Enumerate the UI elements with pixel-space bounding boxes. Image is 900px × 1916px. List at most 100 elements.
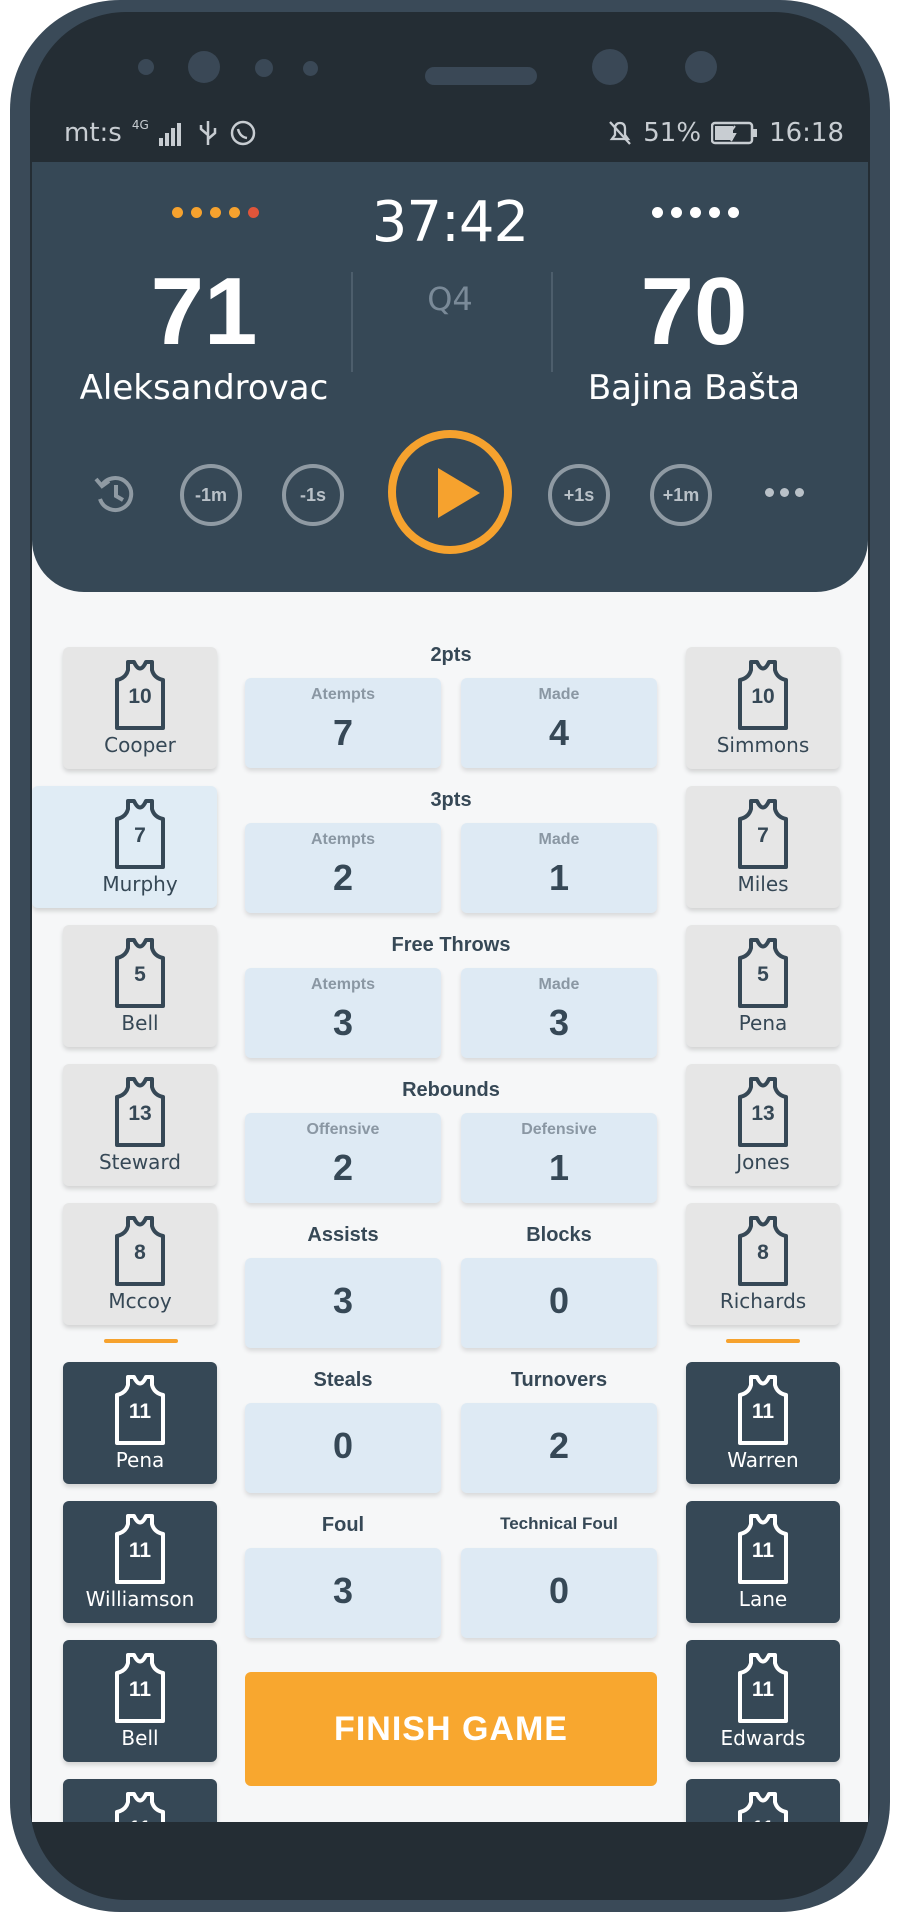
player-card[interactable]: 11 Williamson — [63, 1501, 217, 1623]
player-number: 13 — [751, 1102, 775, 1125]
timeout-dot — [191, 207, 202, 218]
player-number: 11 — [128, 1678, 152, 1701]
stat-label: Defensive — [521, 1121, 597, 1138]
away-score: 70 — [640, 258, 748, 365]
stat-ft-made[interactable]: Made 3 — [461, 968, 657, 1058]
stat-label: Made — [538, 831, 580, 848]
plus-minute-button[interactable]: +1m — [650, 464, 712, 526]
player-card[interactable]: 11 Bell — [63, 1640, 217, 1762]
whatsapp-icon — [230, 120, 256, 146]
player-name: Steward — [98, 1150, 182, 1174]
player-card[interactable]: 11 — [63, 1779, 217, 1822]
player-card[interactable]: 11 Lane — [686, 1501, 840, 1623]
stat-2pts-attempts[interactable]: Atempts 7 — [245, 678, 441, 768]
player-number: 5 — [757, 963, 769, 986]
player-card[interactable]: 5 Bell — [63, 925, 217, 1047]
stat-label: Made — [538, 976, 580, 993]
stat-title-free-throws: Free Throws — [391, 934, 511, 956]
stat-technical-foul[interactable]: 0 — [461, 1548, 657, 1638]
stat-blocks[interactable]: 0 — [461, 1258, 657, 1348]
player-card[interactable]: 11 Warren — [686, 1362, 840, 1484]
app-screen: 37:42 71 70 Q4 Aleksandrovac Bajina Bašt… — [32, 162, 868, 1822]
finish-game-button[interactable]: FINISH GAME — [245, 1672, 657, 1786]
player-card[interactable]: 5 Pena — [686, 925, 840, 1047]
stat-steals[interactable]: 0 — [245, 1403, 441, 1493]
earpiece-speaker — [425, 67, 537, 85]
timeout-dot — [210, 207, 221, 218]
play-button[interactable] — [388, 430, 512, 554]
scoreboard: 37:42 71 70 Q4 Aleksandrovac Bajina Bašt… — [32, 162, 868, 592]
player-card[interactable]: 11 Edwards — [686, 1640, 840, 1762]
stat-value: 1 — [548, 857, 570, 898]
stat-value: 0 — [548, 1570, 570, 1611]
home-team-name: Aleksandrovac — [79, 368, 329, 408]
player-card[interactable]: 7 Murphy — [32, 786, 217, 908]
stat-turnovers[interactable]: 2 — [461, 1403, 657, 1493]
front-camera — [592, 49, 628, 85]
player-name: Bell — [121, 1726, 159, 1750]
player-name: Warren — [727, 1448, 799, 1472]
player-number: 8 — [134, 1241, 146, 1264]
stat-value: 1 — [548, 1147, 570, 1188]
player-card[interactable]: 13 Steward — [63, 1064, 217, 1186]
timeout-dot — [690, 207, 701, 218]
stat-value: 0 — [548, 1280, 570, 1321]
front-camera — [188, 51, 220, 83]
player-name: Bell — [121, 1011, 159, 1035]
stat-assists[interactable]: 3 — [245, 1258, 441, 1348]
player-name: Mccoy — [108, 1289, 172, 1313]
more-options-icon[interactable] — [765, 488, 804, 497]
stat-foul[interactable]: 3 — [245, 1548, 441, 1638]
stat-2pts-made[interactable]: Made 4 — [461, 678, 657, 768]
stat-value: 0 — [332, 1425, 354, 1466]
player-name: Edwards — [720, 1726, 806, 1750]
player-name: Jones — [736, 1150, 790, 1174]
player-card[interactable]: 10 Simmons — [686, 647, 840, 769]
stat-value: 4 — [548, 712, 570, 753]
player-name: Miles — [737, 872, 789, 896]
stat-title-foul: Foul — [321, 1514, 365, 1536]
stat-value: 3 — [332, 1002, 354, 1043]
stat-ft-attempts[interactable]: Atempts 3 — [245, 968, 441, 1058]
player-number: 7 — [757, 824, 769, 847]
quarter-label[interactable]: Q4 — [350, 280, 550, 318]
minus-second-button[interactable]: -1s — [282, 464, 344, 526]
timeout-dot — [709, 207, 720, 218]
divider — [351, 272, 353, 372]
reset-clock-icon[interactable] — [90, 469, 142, 521]
player-number: 5 — [134, 963, 146, 986]
player-number: 10 — [128, 685, 152, 708]
game-clock[interactable]: 37:42 — [350, 190, 550, 255]
player-card[interactable]: 8 Mccoy — [63, 1203, 217, 1325]
player-card[interactable]: 11 — [686, 1779, 840, 1822]
stat-rebounds-defensive[interactable]: Defensive 1 — [461, 1113, 657, 1203]
carrier-label: mt:s — [64, 118, 122, 148]
player-number: 11 — [113, 1817, 167, 1822]
player-card[interactable]: 11 Pena — [63, 1362, 217, 1484]
player-name: Simmons — [716, 733, 810, 757]
stat-value: 3 — [332, 1570, 354, 1611]
player-card[interactable]: 13 Jones — [686, 1064, 840, 1186]
timeout-dot — [248, 207, 259, 218]
stat-value: 3 — [332, 1280, 354, 1321]
timeout-dot — [172, 207, 183, 218]
player-card[interactable]: 10 Cooper — [63, 647, 217, 769]
stat-value: 2 — [332, 1147, 354, 1188]
stat-3pts-attempts[interactable]: Atempts 2 — [245, 823, 441, 913]
player-number: 11 — [751, 1539, 775, 1562]
plus-second-button[interactable]: +1s — [548, 464, 610, 526]
stat-label: Made — [538, 686, 580, 703]
status-time: 16:18 — [769, 118, 844, 148]
player-card[interactable]: 7 Miles — [686, 786, 840, 908]
player-number: 11 — [128, 1539, 152, 1562]
battery-charging-icon — [711, 121, 758, 145]
player-card[interactable]: 8 Richards — [686, 1203, 840, 1325]
home-timeouts — [172, 207, 259, 218]
stat-title-2pts: 2pts — [430, 644, 472, 666]
stat-rebounds-offensive[interactable]: Offensive 2 — [245, 1113, 441, 1203]
stat-3pts-made[interactable]: Made 1 — [461, 823, 657, 913]
stat-value: 7 — [332, 712, 354, 753]
stat-title-rebounds: Rebounds — [402, 1079, 500, 1101]
minus-minute-button[interactable]: -1m — [180, 464, 242, 526]
stat-title-steals: Steals — [313, 1369, 373, 1391]
